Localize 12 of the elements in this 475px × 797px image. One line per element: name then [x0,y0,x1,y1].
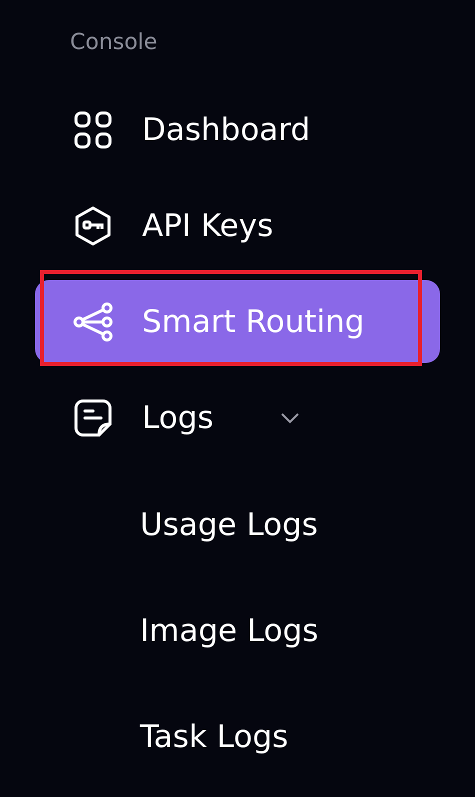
nav-subitem[interactable]: Usage Logs [140,472,318,578]
nav-item[interactable]: Dashboard [35,88,440,171]
nav-item[interactable]: Logs [35,376,440,459]
nav-item[interactable]: API Keys [35,184,440,267]
key-icon [73,206,113,246]
nav-subitem[interactable]: Task Logs [140,684,288,790]
grid-icon [73,110,113,150]
note-icon [73,398,113,438]
share-icon [73,302,113,342]
nav-item[interactable]: Smart Routing [35,280,440,363]
nav-subitem[interactable]: Image Logs [140,578,318,684]
section-label: Console [70,29,158,57]
